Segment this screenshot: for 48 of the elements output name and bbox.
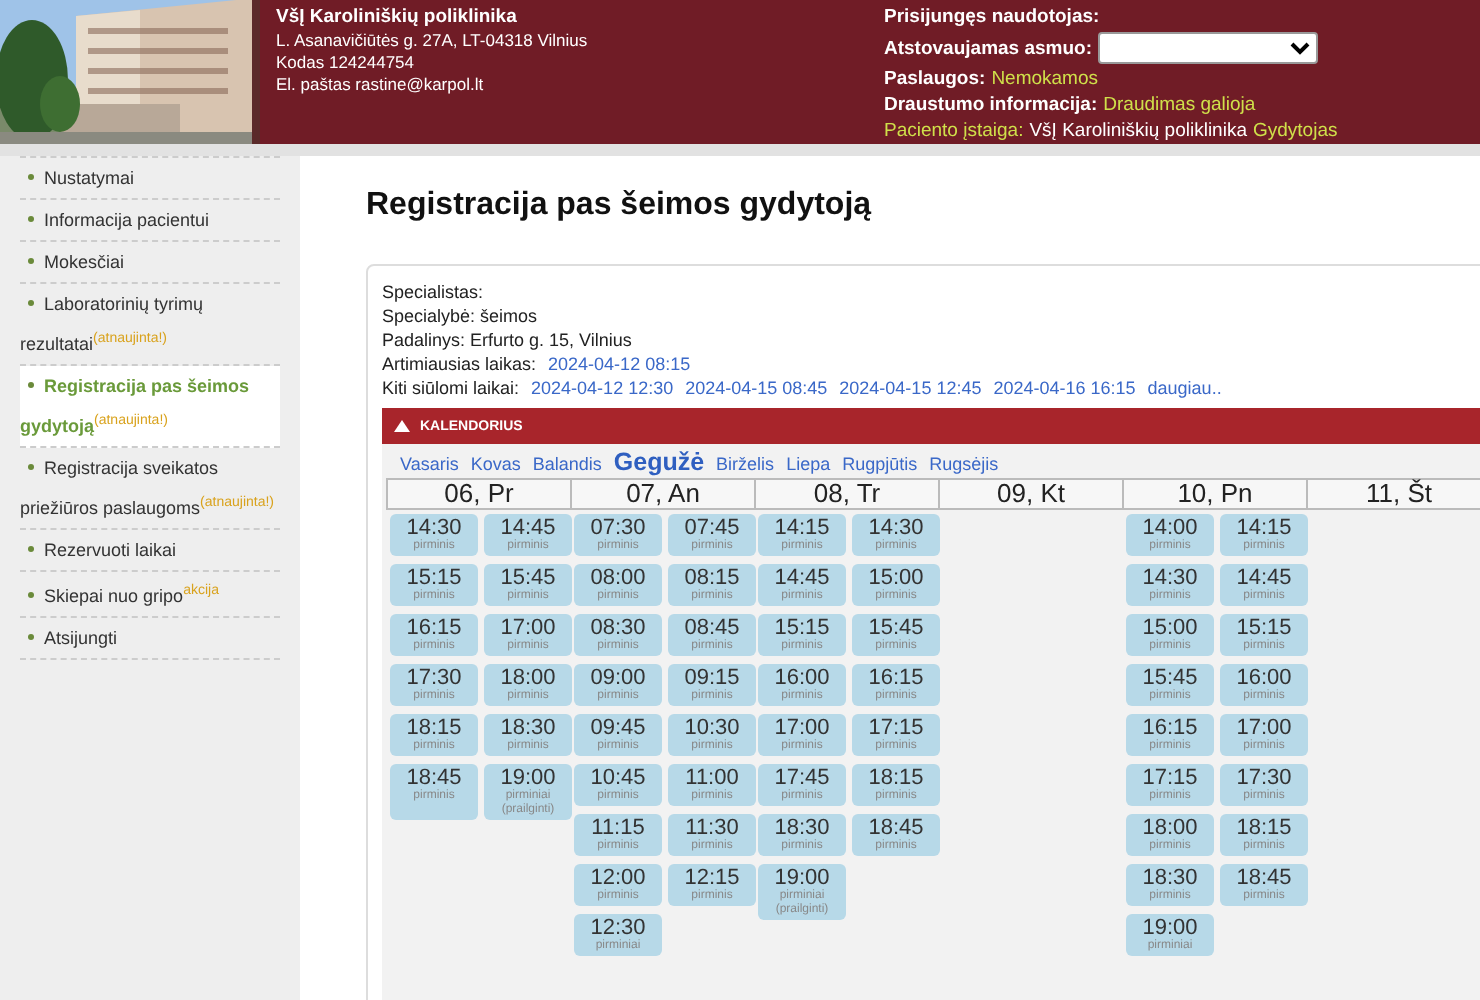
month-tab[interactable]: Liepa: [786, 454, 831, 474]
time-link[interactable]: 2024-04-16 16:15: [993, 378, 1136, 400]
month-tab[interactable]: Balandis: [532, 454, 602, 474]
day-header: 07, An: [570, 478, 756, 510]
month-tab[interactable]: Rugpjūtis: [842, 454, 918, 474]
institution-label: Paciento įstaiga:: [884, 120, 1024, 142]
clinic-name: VšĮ Karoliniškių poliklinika: [276, 6, 519, 28]
month-tab[interactable]: Kovas: [470, 454, 521, 474]
time-link[interactable]: 2024-04-15 08:45: [685, 378, 828, 400]
nearest-label: Artimiausias laikas:: [382, 354, 537, 376]
page-title: Registracija pas šeimos gydytoją: [366, 188, 874, 224]
other-times-label: Kiti siūlomi laikai:: [382, 378, 520, 400]
day-header: 11, Št: [1306, 478, 1480, 510]
insurance-label: Draustumo informacija:: [884, 94, 1098, 116]
day-header: 08, Tr: [754, 478, 940, 510]
sidebar-item[interactable]: Skiepai nuo gripo$^{akcija}$: [20, 572, 280, 618]
day-header: 10, Pn: [1122, 478, 1308, 510]
time-link[interactable]: 2024-04-15 12:45: [839, 378, 982, 400]
insurance-value: Draudimas galioja: [1103, 94, 1256, 116]
services-label: Paslaugos:: [884, 68, 986, 90]
time-link[interactable]: 2024-04-12 08:15: [548, 354, 691, 376]
institution-role: Gydytojas: [1253, 120, 1338, 142]
sidebar-item[interactable]: Atsijungti: [20, 618, 280, 660]
department-text: Padalinys: Erfurto g. 15, Vilnius: [382, 330, 634, 352]
collapse-icon: [394, 420, 410, 432]
clinic-address: L. Asanavičiūtės g. 27A, LT-04318 Vilnius: [276, 30, 590, 50]
day-header: 06, Pr: [386, 478, 572, 510]
services-value: Nemokamos: [991, 68, 1099, 90]
sidebar-item[interactable]: Informacija pacientui: [20, 200, 280, 242]
specialty-text: Specialybė: šeimos: [382, 306, 540, 328]
institution-value: VšĮ Karoliniškių poliklinika: [1029, 120, 1247, 142]
clinic-email: El. paštas rastine@karpol.lt: [276, 74, 486, 94]
more-link[interactable]: daugiau..: [1147, 378, 1222, 400]
day-header: 09, Kt: [938, 478, 1124, 510]
person-label: Atstovaujamas asmuo:: [884, 37, 1093, 59]
user-label: Prisijungęs naudotojas:: [884, 6, 1102, 28]
sidebar-item[interactable]: Registracija sveikatos priežiūros paslaugoms$^{(atnaujinta!)}$: [20, 448, 280, 530]
sidebar-item[interactable]: Rezervuoti laikai: [20, 530, 280, 572]
month-tab[interactable]: Gegužė: [613, 448, 705, 476]
sidebar-item[interactable]: Mokesčiai: [20, 242, 280, 284]
month-tab[interactable]: Vasaris: [400, 454, 459, 474]
time-link[interactable]: 2024-04-12 12:30: [531, 378, 674, 400]
specialist-text: Specialistas:: [382, 282, 486, 304]
month-tab[interactable]: Rugsėjis: [929, 454, 999, 474]
person-dropdown[interactable]: [1098, 32, 1319, 64]
sidebar-item[interactable]: Nustatymai: [20, 156, 280, 200]
clinic-code: Kodas 124244754: [276, 52, 417, 72]
month-tab[interactable]: Birželis: [716, 454, 775, 474]
